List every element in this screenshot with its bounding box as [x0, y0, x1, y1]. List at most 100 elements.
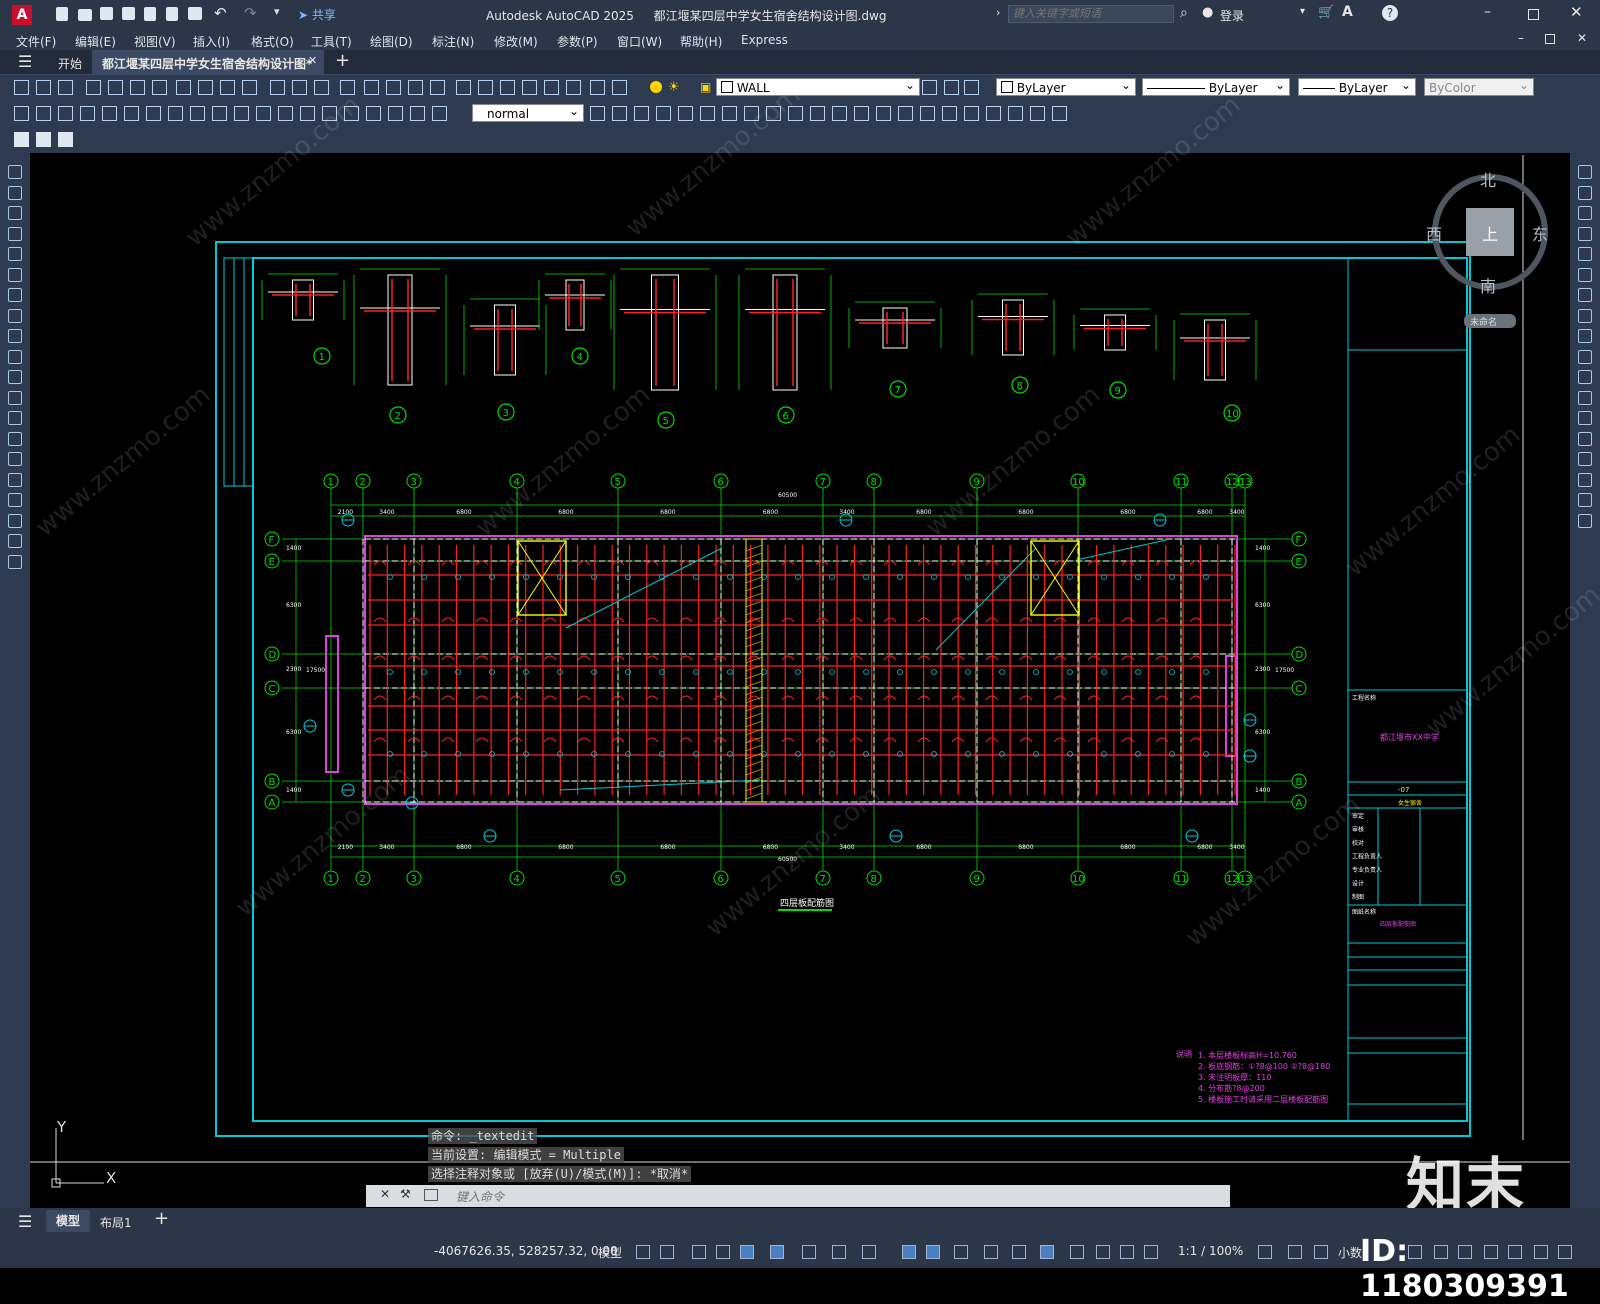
dimension-toolbar-icon-36[interactable] — [920, 106, 935, 121]
status-toggle-icon-16[interactable] — [1070, 1245, 1084, 1259]
modify-tool-icon-10[interactable] — [1578, 349, 1592, 364]
tab-start[interactable]: 开始 — [58, 55, 82, 72]
standard-toolbar-icon-29[interactable] — [944, 80, 959, 95]
command-history-icon[interactable] — [424, 1189, 438, 1201]
dimension-toolbar-icon-19[interactable] — [410, 106, 425, 121]
modify-tool-icon-16[interactable] — [1578, 472, 1592, 487]
modify-tool-icon-2[interactable] — [1578, 185, 1592, 200]
dimension-toolbar-icon-20[interactable] — [432, 106, 447, 121]
menu-help[interactable]: 帮助(H) — [680, 33, 722, 50]
menu-draw[interactable]: 绘图(D) — [370, 33, 413, 50]
standard-toolbar-icon-15[interactable] — [340, 80, 355, 95]
toolbar-icon-a[interactable] — [14, 132, 29, 147]
share-button[interactable]: ➤ 共享 — [298, 6, 336, 23]
dimension-toolbar-icon-29[interactable] — [766, 106, 781, 121]
draw-tool-icon-14[interactable] — [8, 431, 22, 446]
command-input[interactable] — [454, 1187, 1198, 1207]
dimension-toolbar-icon-10[interactable] — [212, 106, 227, 121]
standard-toolbar-icon-16[interactable] — [364, 80, 379, 95]
standard-toolbar-icon-14[interactable] — [314, 80, 329, 95]
standard-toolbar-icon-8[interactable] — [176, 80, 191, 95]
layer-state-icon[interactable] — [650, 81, 662, 93]
doc-minimize-icon[interactable]: – — [1518, 31, 1524, 45]
status-toggle-icon-13[interactable] — [984, 1245, 998, 1259]
model-space-toggle[interactable]: 模型 — [598, 1244, 622, 1261]
modify-tool-icon-7[interactable] — [1578, 288, 1592, 302]
draw-tool-icon-8[interactable] — [8, 308, 22, 323]
viewcube-north[interactable]: 北 — [1480, 171, 1496, 190]
close-icon[interactable]: ✕ — [1570, 3, 1583, 21]
dimension-toolbar-icon-15[interactable] — [322, 106, 337, 121]
draw-tool-icon-1[interactable] — [8, 165, 22, 179]
draw-tool-icon-18[interactable] — [8, 513, 22, 528]
dimension-toolbar-icon-37[interactable] — [942, 106, 957, 121]
menu-modify[interactable]: 修改(M) — [494, 33, 538, 50]
status-toggle-icon-14[interactable] — [1012, 1245, 1026, 1259]
units-readout[interactable]: 小数 — [1338, 1244, 1362, 1261]
standard-toolbar-icon-20[interactable] — [456, 80, 471, 95]
standard-toolbar-icon-17[interactable] — [386, 80, 401, 95]
menu-tools[interactable]: 工具(T) — [311, 33, 352, 50]
standard-toolbar-icon-24[interactable] — [544, 80, 559, 95]
dimension-toolbar-icon-6[interactable] — [124, 106, 139, 121]
dimension-toolbar-icon-3[interactable] — [58, 106, 73, 121]
sun-icon[interactable]: ☀ — [668, 80, 680, 95]
draw-tool-icon-13[interactable] — [8, 411, 22, 425]
annotation-scale[interactable]: 1:1 / 100% — [1178, 1244, 1243, 1258]
dimension-toolbar-icon-22[interactable] — [612, 106, 627, 121]
layer-dropdown[interactable]: WALL — [716, 76, 920, 96]
linetype-dropdown[interactable]: ByLayer — [1142, 76, 1290, 96]
dimension-toolbar-icon-2[interactable] — [36, 106, 51, 121]
layout-menu-icon[interactable]: ☰ — [18, 1212, 32, 1231]
add-layout-button[interactable]: + — [154, 1208, 169, 1229]
status-toggle-icon-15[interactable] — [1040, 1245, 1054, 1259]
status-toggle-icon-18[interactable] — [1120, 1245, 1134, 1259]
search-icon[interactable]: ⌕ — [1180, 5, 1188, 21]
status-toggle-icon-6[interactable] — [770, 1245, 784, 1259]
app-logo[interactable]: A — [12, 5, 32, 25]
status-toggle-icon-19[interactable] — [1144, 1245, 1158, 1259]
standard-toolbar-icon-25[interactable] — [566, 80, 581, 95]
help-icon[interactable]: ? — [1382, 5, 1398, 21]
standard-toolbar-icon-2[interactable] — [36, 80, 51, 95]
standard-toolbar-icon-11[interactable] — [242, 80, 257, 95]
status-toggle-icon-7[interactable] — [802, 1245, 816, 1259]
modify-tool-icon-14[interactable] — [1578, 431, 1592, 446]
dimension-toolbar-icon-9[interactable] — [190, 106, 205, 121]
dimension-toolbar-icon-28[interactable] — [744, 106, 759, 121]
standard-toolbar-icon-12[interactable] — [270, 80, 285, 95]
draw-tool-icon-9[interactable] — [8, 329, 22, 343]
command-close-icon[interactable]: ✕ — [380, 1187, 390, 1201]
status-toggle-icon-21[interactable] — [1288, 1245, 1302, 1259]
cart-icon[interactable]: 🛒 — [1318, 5, 1334, 20]
dimension-toolbar-icon-26[interactable] — [700, 106, 715, 121]
modify-tool-icon-18[interactable] — [1578, 513, 1592, 528]
redo-icon[interactable]: ↷ — [244, 4, 257, 22]
search-input[interactable] — [1008, 5, 1174, 23]
standard-toolbar-icon-27[interactable] — [612, 80, 627, 95]
dimension-toolbar-icon-25[interactable] — [678, 106, 693, 121]
viewcube-wcs[interactable]: 未命名 — [1470, 316, 1497, 328]
doc-close-icon[interactable]: ✕ — [1577, 31, 1587, 45]
modify-tool-icon-12[interactable] — [1578, 390, 1592, 405]
modify-tool-icon-6[interactable] — [1578, 267, 1592, 282]
standard-toolbar-icon-7[interactable] — [152, 80, 167, 95]
web-save-icon[interactable] — [166, 7, 178, 21]
draw-tool-icon-20[interactable] — [8, 554, 22, 569]
draw-tool-icon-15[interactable] — [8, 452, 22, 466]
standard-toolbar-icon-9[interactable] — [198, 80, 213, 95]
standard-toolbar-icon-26[interactable] — [590, 80, 605, 95]
standard-toolbar-icon-18[interactable] — [408, 80, 423, 95]
standard-toolbar-icon-10[interactable] — [220, 80, 235, 95]
menu-window[interactable]: 窗口(W) — [617, 33, 662, 50]
autodesk-app-icon[interactable]: A — [1342, 4, 1353, 20]
draw-tool-icon-11[interactable] — [8, 370, 22, 384]
draw-tool-icon-17[interactable] — [8, 493, 22, 507]
menu-express[interactable]: Express — [741, 33, 788, 47]
user-icon[interactable]: ● — [1202, 5, 1213, 20]
dimension-toolbar-icon-4[interactable] — [80, 106, 95, 121]
modify-tool-icon-5[interactable] — [1578, 247, 1592, 261]
dimension-toolbar-icon-27[interactable] — [722, 106, 737, 121]
dimension-toolbar-icon-7[interactable] — [146, 106, 161, 121]
dimension-toolbar-icon-30[interactable] — [788, 106, 803, 121]
